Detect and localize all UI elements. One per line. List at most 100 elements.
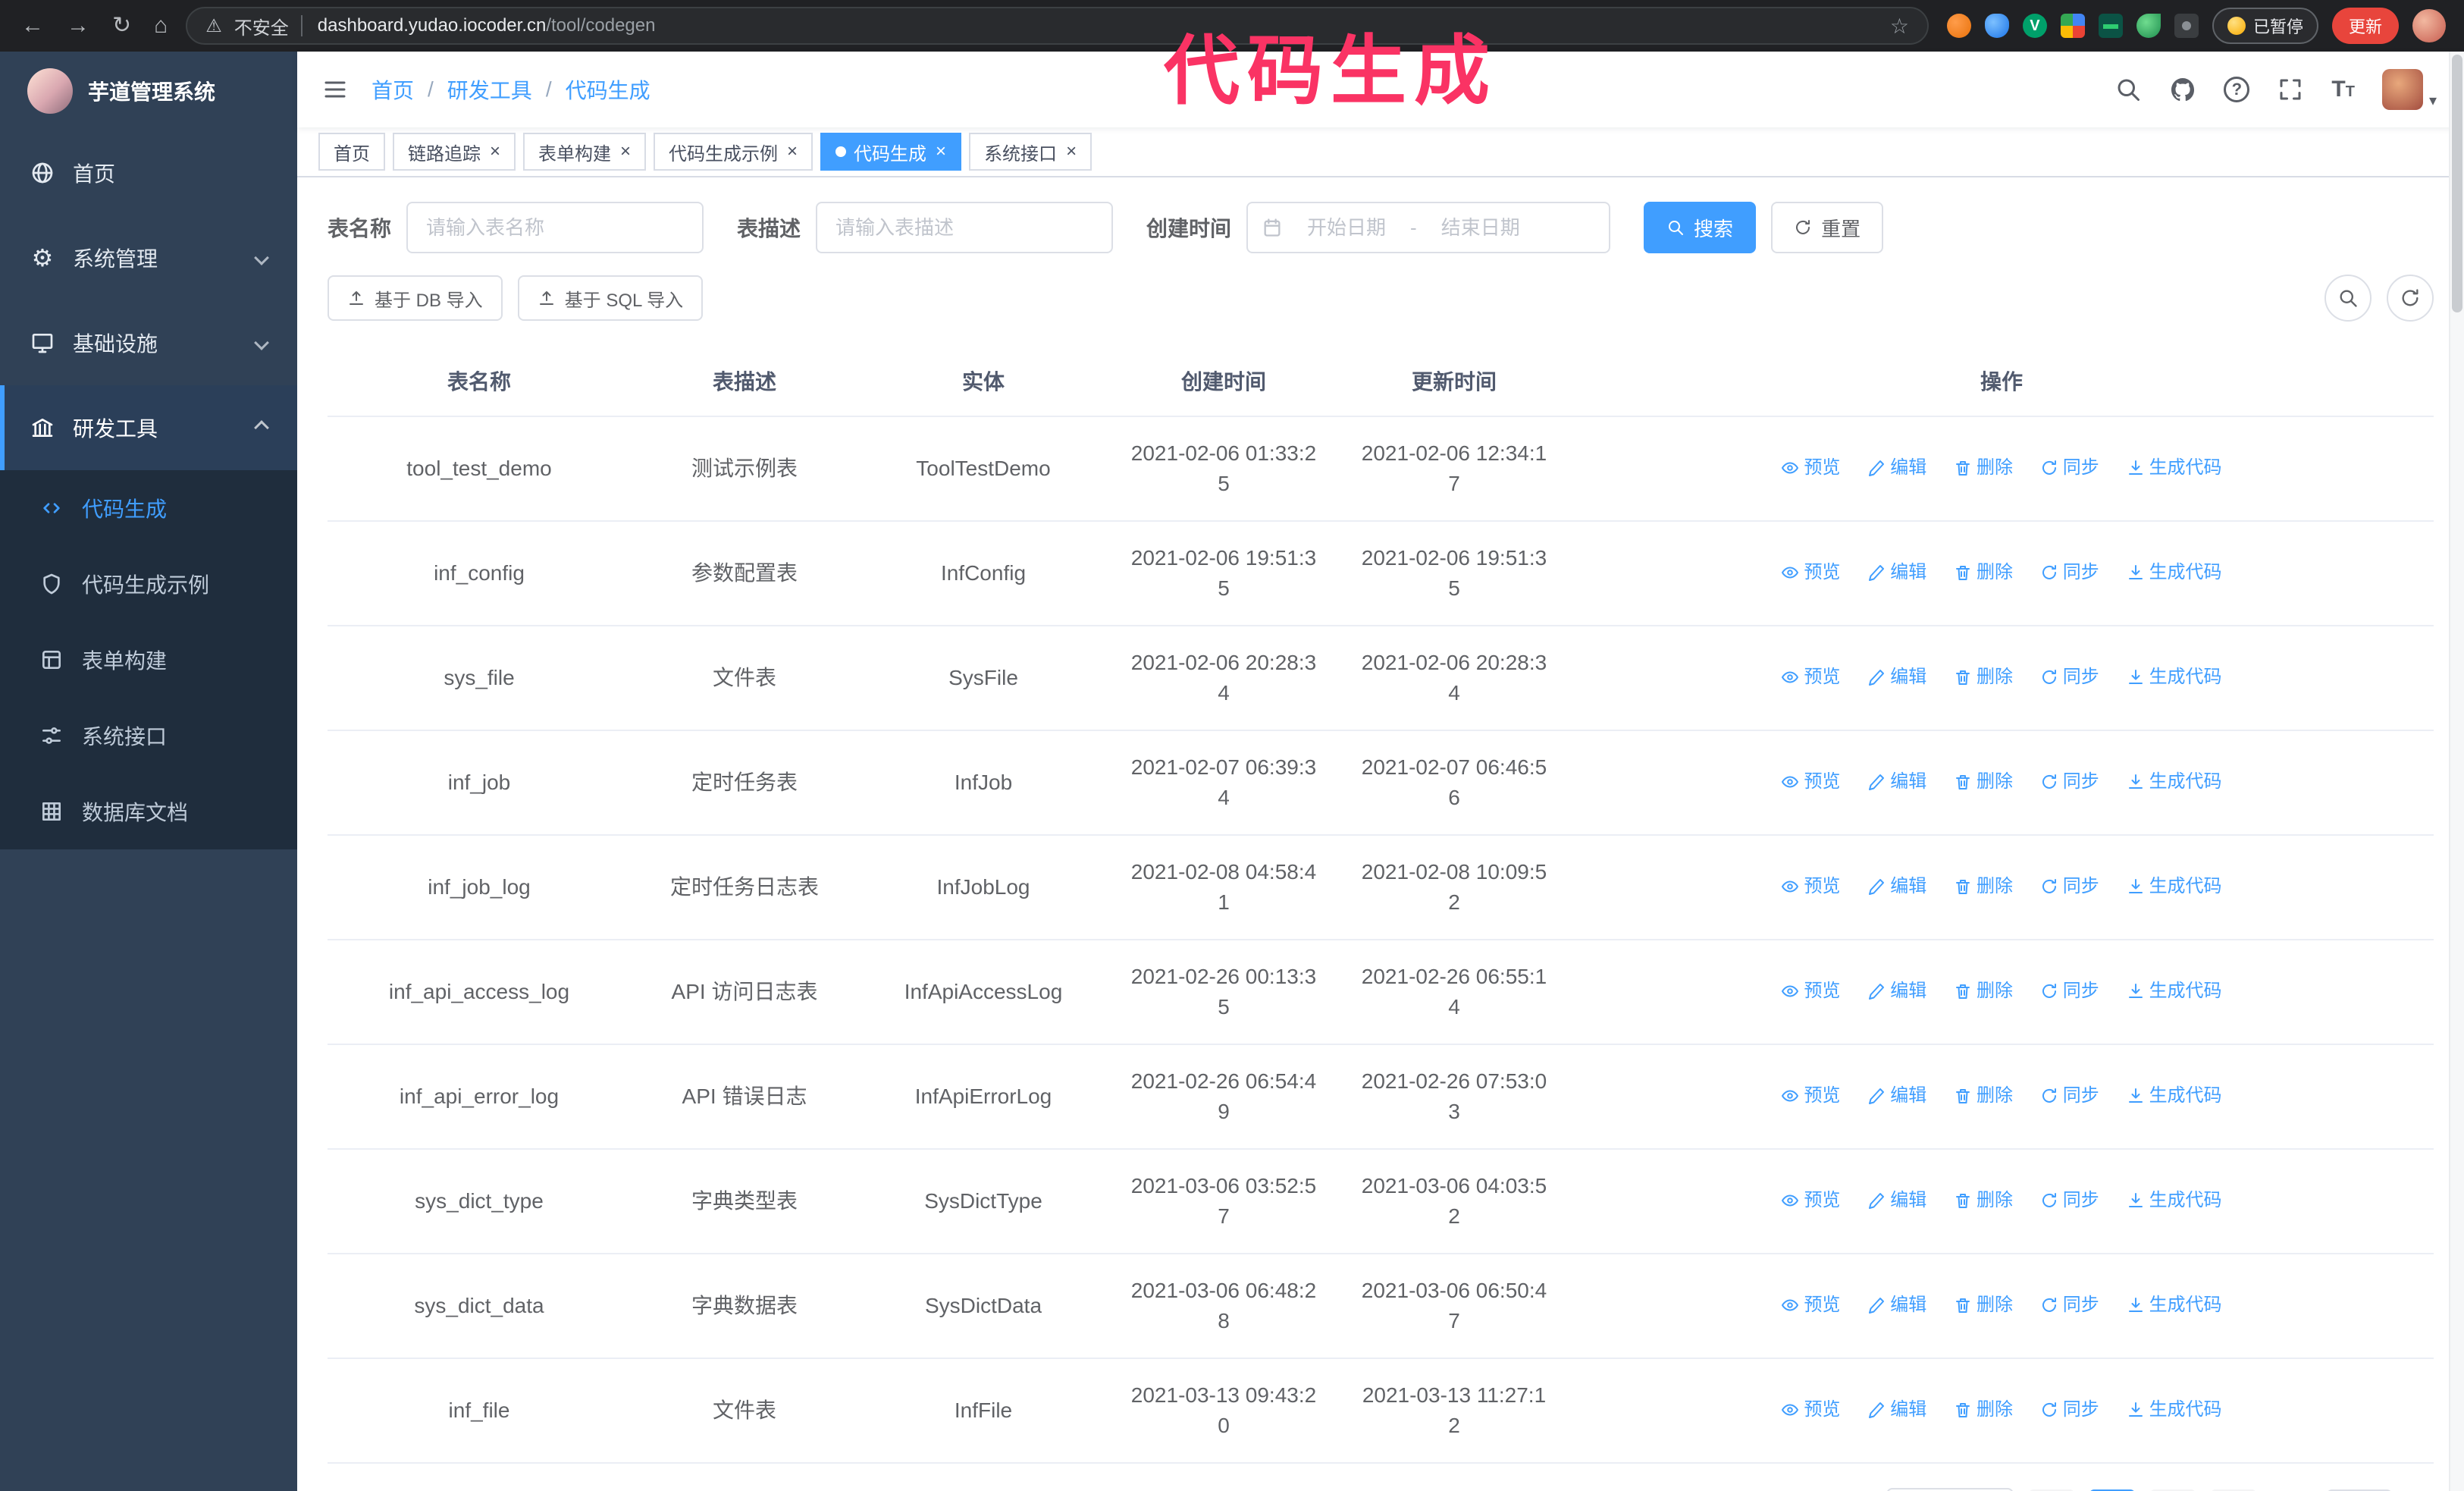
scrollbar-thumb[interactable]	[2452, 55, 2462, 312]
edit-link[interactable]: 编辑	[1867, 557, 1926, 588]
extension-icon-4[interactable]	[2060, 14, 2085, 38]
page-size-select[interactable]: 10条/页	[1886, 1488, 2014, 1491]
preview-link[interactable]: 预览	[1781, 767, 1840, 797]
date-range-picker[interactable]: -	[1246, 202, 1611, 253]
sidebar-item-db-docs[interactable]: 数据库文档	[0, 774, 297, 849]
edit-link[interactable]: 编辑	[1867, 1290, 1926, 1320]
sync-link[interactable]: 同步	[2040, 662, 2099, 692]
generate-code-link[interactable]: 生成代码	[2127, 1290, 2222, 1320]
sync-link[interactable]: 同步	[2040, 871, 2099, 902]
search-button[interactable]: 搜索	[1644, 202, 1757, 253]
sidebar-item-system-management[interactable]: ⚙ 系统管理	[0, 215, 297, 300]
generate-code-link[interactable]: 生成代码	[2127, 1395, 2222, 1425]
extension-icon-1[interactable]	[1946, 14, 1971, 38]
refresh-table-button[interactable]	[2387, 275, 2434, 322]
tab-system-api[interactable]: 系统接口 ×	[969, 133, 1092, 171]
browser-profile-avatar[interactable]	[2412, 9, 2446, 42]
sidebar-item-form-builder[interactable]: 表单构建	[0, 622, 297, 698]
extension-icon-2[interactable]	[1984, 14, 2009, 38]
import-sql-button[interactable]: 基于 SQL 导入	[517, 275, 704, 321]
generate-code-link[interactable]: 生成代码	[2127, 662, 2222, 692]
reset-button[interactable]: 重置	[1771, 202, 1884, 253]
back-icon[interactable]: ←	[21, 14, 44, 37]
edit-link[interactable]: 编辑	[1867, 767, 1926, 797]
preview-link[interactable]: 预览	[1781, 662, 1840, 692]
preview-link[interactable]: 预览	[1781, 1185, 1840, 1216]
breadcrumb-dev-tools[interactable]: 研发工具	[447, 74, 532, 105]
delete-link[interactable]: 删除	[1954, 871, 2013, 902]
delete-link[interactable]: 删除	[1954, 1185, 2013, 1216]
preview-link[interactable]: 预览	[1781, 453, 1840, 483]
start-date-input[interactable]	[1289, 215, 1405, 240]
sidebar-item-dev-tools[interactable]: 研发工具	[0, 385, 297, 470]
search-icon[interactable]	[2114, 76, 2142, 103]
delete-link[interactable]: 删除	[1954, 453, 2013, 483]
sidebar-item-system-api[interactable]: 系统接口	[0, 698, 297, 774]
preview-link[interactable]: 预览	[1781, 1290, 1840, 1320]
edit-link[interactable]: 编辑	[1867, 976, 1926, 1006]
generate-code-link[interactable]: 生成代码	[2127, 767, 2222, 797]
paused-badge[interactable]: 已暂停	[2212, 8, 2318, 44]
delete-link[interactable]: 删除	[1954, 662, 2013, 692]
bookmark-star-icon[interactable]: ☆	[1890, 14, 1909, 39]
sync-link[interactable]: 同步	[2040, 767, 2099, 797]
delete-link[interactable]: 删除	[1954, 1290, 2013, 1320]
preview-link[interactable]: 预览	[1781, 976, 1840, 1006]
delete-link[interactable]: 删除	[1954, 767, 2013, 797]
extension-icon-7[interactable]	[2174, 14, 2199, 38]
home-icon[interactable]: ⌂	[154, 14, 168, 37]
sidebar-toggle-button[interactable]	[321, 76, 349, 103]
sidebar-item-home[interactable]: 首页	[0, 130, 297, 215]
edit-link[interactable]: 编辑	[1867, 1395, 1926, 1425]
import-db-button[interactable]: 基于 DB 导入	[328, 275, 503, 321]
close-icon[interactable]: ×	[936, 141, 946, 162]
sync-link[interactable]: 同步	[2040, 1081, 2099, 1111]
sync-link[interactable]: 同步	[2040, 976, 2099, 1006]
table-name-input[interactable]	[406, 202, 704, 253]
help-icon[interactable]: ?	[2224, 77, 2250, 102]
page-scrollbar[interactable]	[2449, 52, 2464, 1491]
font-size-icon[interactable]: TT	[2331, 78, 2355, 101]
close-icon[interactable]: ×	[620, 141, 631, 162]
edit-link[interactable]: 编辑	[1867, 871, 1926, 902]
generate-code-link[interactable]: 生成代码	[2127, 1185, 2222, 1216]
sidebar-item-codegen-example[interactable]: 代码生成示例	[0, 546, 297, 622]
delete-link[interactable]: 删除	[1954, 557, 2013, 588]
sync-link[interactable]: 同步	[2040, 1290, 2099, 1320]
preview-link[interactable]: 预览	[1781, 1395, 1840, 1425]
preview-link[interactable]: 预览	[1781, 557, 1840, 588]
preview-link[interactable]: 预览	[1781, 871, 1840, 902]
extension-icon-3[interactable]: V	[2022, 14, 2047, 38]
generate-code-link[interactable]: 生成代码	[2127, 557, 2222, 588]
breadcrumb-home[interactable]: 首页	[371, 74, 414, 105]
table-desc-input[interactable]	[816, 202, 1114, 253]
user-menu[interactable]: ▾	[2381, 69, 2437, 110]
sidebar-item-codegen[interactable]: 代码生成	[0, 470, 297, 546]
tab-home[interactable]: 首页	[318, 133, 385, 171]
extension-icon-6[interactable]	[2136, 14, 2161, 38]
delete-link[interactable]: 删除	[1954, 1395, 2013, 1425]
generate-code-link[interactable]: 生成代码	[2127, 976, 2222, 1006]
github-icon[interactable]	[2169, 76, 2196, 103]
toggle-search-button[interactable]	[2324, 275, 2372, 322]
close-icon[interactable]: ×	[1066, 141, 1077, 162]
tab-trace[interactable]: 链路追踪 ×	[393, 133, 516, 171]
preview-link[interactable]: 预览	[1781, 1081, 1840, 1111]
extension-icon-5[interactable]	[2098, 14, 2123, 38]
generate-code-link[interactable]: 生成代码	[2127, 871, 2222, 902]
sync-link[interactable]: 同步	[2040, 557, 2099, 588]
edit-link[interactable]: 编辑	[1867, 453, 1926, 483]
close-icon[interactable]: ×	[787, 141, 798, 162]
reload-icon[interactable]: ↻	[112, 14, 131, 37]
sync-link[interactable]: 同步	[2040, 1395, 2099, 1425]
sidebar-item-infrastructure[interactable]: 基础设施	[0, 300, 297, 385]
generate-code-link[interactable]: 生成代码	[2127, 1081, 2222, 1111]
fullscreen-icon[interactable]	[2277, 76, 2304, 103]
delete-link[interactable]: 删除	[1954, 1081, 2013, 1111]
edit-link[interactable]: 编辑	[1867, 1081, 1926, 1111]
sync-link[interactable]: 同步	[2040, 1185, 2099, 1216]
delete-link[interactable]: 删除	[1954, 976, 2013, 1006]
tab-codegen[interactable]: 代码生成 ×	[820, 133, 962, 171]
tab-codegen-example[interactable]: 代码生成示例 ×	[654, 133, 813, 171]
url-bar[interactable]: ⚠ 不安全 dashboard.yudao.iocoder.cn/tool/co…	[186, 7, 1929, 45]
